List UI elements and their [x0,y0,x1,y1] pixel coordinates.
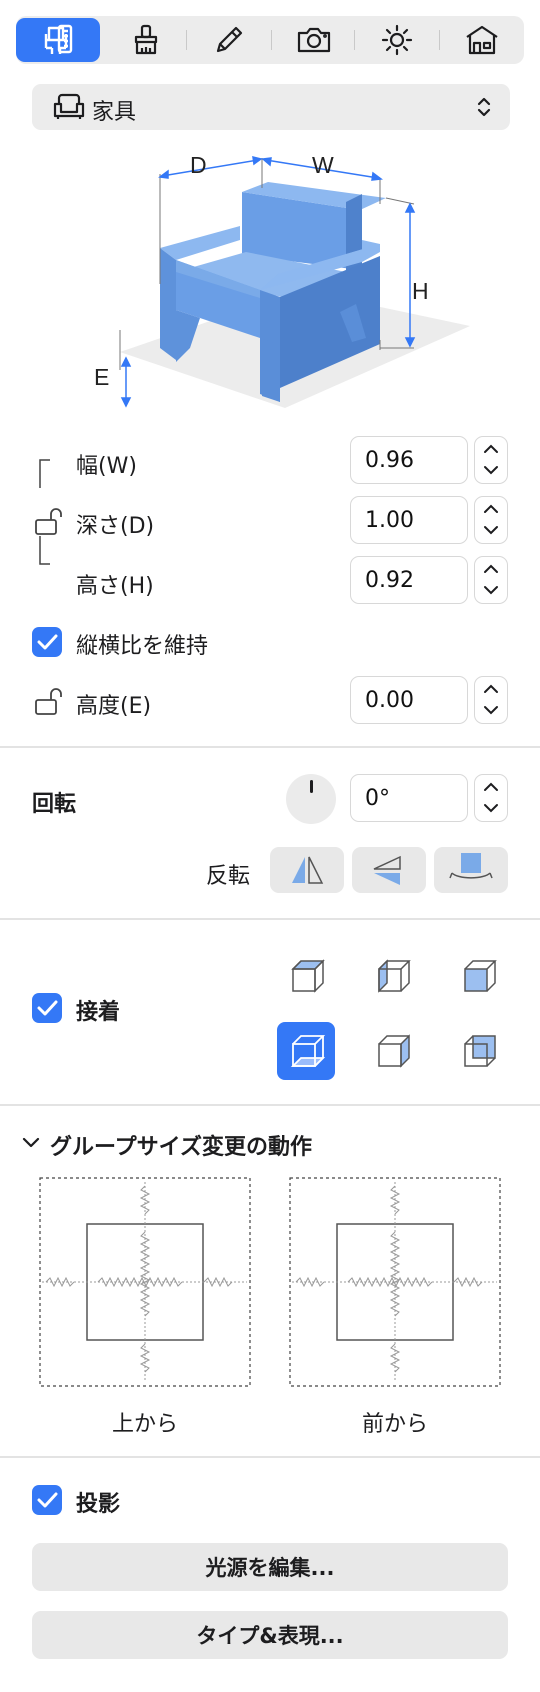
width-label: 幅(W) [76,454,137,479]
cube-left-icon [378,959,411,993]
depth-stepper [474,496,508,544]
flip-vertical-button[interactable] [352,847,426,893]
width-stepper [474,436,508,484]
flip-horizontal-button[interactable] [270,847,344,893]
ruler-chair-icon [44,24,73,54]
category-select[interactable]: 家具 [32,84,510,130]
snap-option-back[interactable] [449,947,507,1005]
cube-front-icon [464,1035,496,1067]
tab-dimensions[interactable] [16,18,100,62]
diagram-label-d: D [190,152,207,178]
unlock-icon[interactable] [34,506,68,538]
height-stepper [474,556,508,604]
depth-label: 深さ(D) [76,514,155,539]
group-resize-title: グループサイズ変更の動作 [50,1135,313,1160]
category-label: 家具 [92,100,137,125]
diagram-label-e: E [94,364,110,390]
snap-checkbox[interactable] [32,993,62,1023]
top-view-caption: 上から [111,1412,178,1437]
shadow-label: 投影 [76,1492,121,1517]
rotation-stepper [474,774,508,822]
elevation-field[interactable]: 0.00 [350,676,468,724]
keep-ratio-label: 縦横比を維持 [76,634,209,659]
flip-3d-button[interactable] [434,847,508,893]
sun-icon [381,24,413,56]
rotation-dial[interactable] [286,774,336,824]
resize-behavior-top-view[interactable] [38,1176,254,1388]
tab-camera[interactable] [272,18,356,62]
width-decrement[interactable] [475,460,507,483]
elevation-decrement[interactable] [475,700,507,723]
elevation-stepper [474,676,508,724]
type-display-button[interactable]: タイプ&表現... [32,1611,508,1659]
tab-style[interactable] [104,18,188,62]
checkmark-icon [37,634,58,650]
divider [0,1104,540,1106]
rotate-3d-icon [449,853,493,879]
depth-decrement[interactable] [475,520,507,543]
snap-option-top[interactable] [277,947,335,1005]
rotation-increment[interactable] [475,775,507,798]
elevation-unlock-icon[interactable] [34,686,68,718]
inspector-toolbar [16,16,524,64]
elevation-label: 高度(E) [76,694,152,719]
width-increment[interactable] [475,437,507,460]
snap-option-front[interactable] [449,1022,507,1080]
shadow-checkbox[interactable] [32,1485,62,1515]
rotation-decrement[interactable] [475,798,507,821]
house-icon [466,25,498,55]
height-decrement[interactable] [475,580,507,603]
camera-icon [297,27,331,53]
height-field[interactable]: 0.92 [350,556,468,604]
tab-building[interactable] [440,18,524,62]
cube-right-icon [378,1034,410,1068]
width-field[interactable]: 0.96 [350,436,468,484]
flip-horizontal-icon [292,856,324,884]
resize-behavior-front-view[interactable] [288,1176,504,1388]
keep-ratio-checkbox[interactable] [32,627,62,657]
rotation-title: 回転 [32,792,77,817]
height-increment[interactable] [475,557,507,580]
snap-option-right[interactable] [363,1022,421,1080]
elevation-increment[interactable] [475,677,507,700]
cube-back-icon [464,960,497,992]
snap-label: 接着 [76,1000,121,1025]
divider [0,1456,540,1458]
snap-option-left[interactable] [363,947,421,1005]
snap-option-bottom[interactable] [277,1022,335,1080]
checkmark-icon [37,1000,58,1016]
diagram-label-w: W [312,152,334,178]
rotation-field[interactable]: 0° [350,774,468,822]
edit-light-button[interactable]: 光源を編集... [32,1543,508,1591]
brush-icon [134,24,158,55]
chevron-updown-icon [477,97,491,117]
front-view-caption: 前から [361,1412,428,1437]
depth-field[interactable]: 1.00 [350,496,468,544]
pencil-icon [216,26,243,53]
height-label: 高さ(H) [76,574,154,599]
flip-vertical-icon [373,855,401,885]
tab-edit[interactable] [187,18,271,62]
checkmark-icon [37,1492,58,1508]
diagram-label-h: H [412,278,429,304]
dimension-diagram [119,156,470,408]
tab-light[interactable] [355,18,439,62]
divider [0,746,540,748]
cube-bottom-icon [290,1035,326,1067]
cube-top-icon [291,959,325,993]
chevron-down-icon[interactable] [20,1132,42,1154]
divider [0,918,540,920]
flip-label: 反転 [206,864,251,889]
depth-increment[interactable] [475,497,507,520]
armchair-icon [53,93,85,119]
